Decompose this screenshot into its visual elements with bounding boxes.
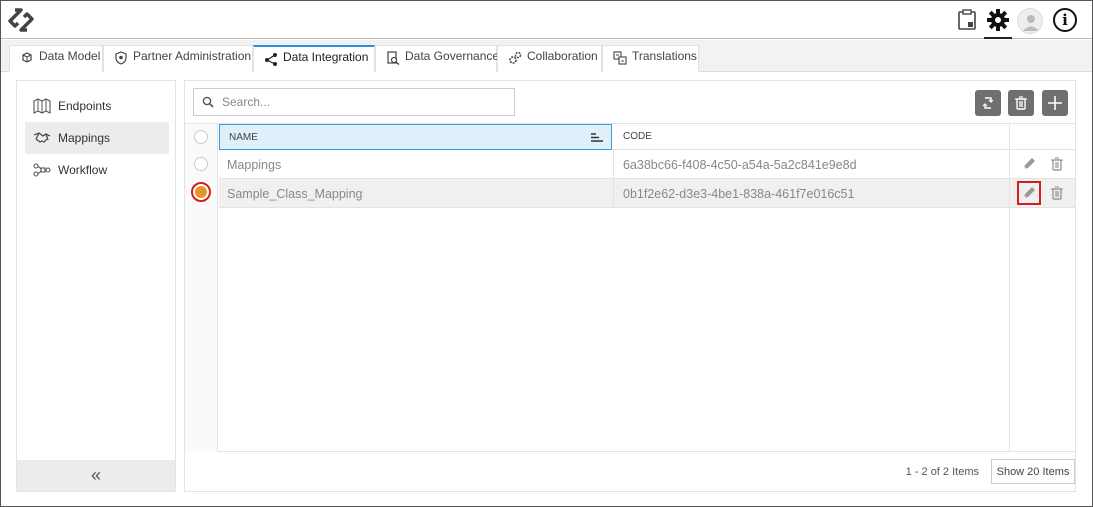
share-icon <box>265 53 277 66</box>
cell-code: 6a38bc66-f408-4c50-a54a-5a2c841e9e8d <box>613 150 857 178</box>
column-header-actions <box>1010 124 1075 150</box>
column-header-label: NAME <box>229 131 258 143</box>
column-header-name[interactable]: NAME <box>219 124 612 150</box>
tab-collaboration[interactable]: Collaboration <box>497 45 602 72</box>
translate-icon <box>613 51 627 65</box>
tab-translations[interactable]: Translations <box>602 45 699 72</box>
clipboard-icon[interactable] <box>954 7 980 33</box>
cubes-icon <box>22 52 32 63</box>
row-actions <box>1010 150 1075 179</box>
plus-icon <box>1048 96 1062 110</box>
delete-all-button[interactable] <box>1008 90 1034 116</box>
sidebar-item-workflow[interactable]: Workflow <box>25 154 169 186</box>
map-icon <box>33 98 51 114</box>
search-icon <box>202 96 214 108</box>
sidebar-item-label: Mappings <box>58 131 111 145</box>
settings-tab[interactable] <box>984 2 1012 39</box>
pager-info: 1 - 2 of 2 Items <box>905 466 979 478</box>
gear-icon <box>987 9 1009 31</box>
user-avatar[interactable] <box>1017 8 1043 34</box>
handshake-icon <box>33 132 51 143</box>
column-header-label: CODE <box>623 131 652 142</box>
tab-label: Translations <box>632 49 697 63</box>
tab-partner-administration[interactable]: Partner Administration <box>103 45 253 72</box>
sidebar-collapse-button[interactable]: « <box>17 460 175 491</box>
tab-label: Data Model <box>39 49 101 63</box>
page-size-button[interactable]: Show 20 Items <box>991 459 1075 484</box>
column-header-code[interactable]: CODE <box>613 124 1009 150</box>
refresh-icon <box>982 97 994 109</box>
row-actions <box>1010 179 1075 208</box>
gears-icon <box>509 51 522 64</box>
app-logo[interactable] <box>6 6 36 34</box>
checkbox-column <box>185 124 218 452</box>
tab-label: Data Integration <box>283 50 369 64</box>
mappings-grid: NAME CODE Mappings 6a38bc66-f408-4c50-a5… <box>185 123 1075 452</box>
row-checkbox[interactable] <box>194 157 208 171</box>
search-input[interactable] <box>222 95 502 109</box>
sidebar-item-endpoints[interactable]: Endpoints <box>25 90 169 122</box>
mappings-panel: NAME CODE Mappings 6a38bc66-f408-4c50-a5… <box>184 80 1076 492</box>
edit-icon[interactable] <box>1017 181 1041 205</box>
shield-icon <box>115 51 127 65</box>
main-tabs: Data Model Partner Administration Data I… <box>1 40 1092 72</box>
trash-icon <box>1015 96 1027 110</box>
top-bar: i <box>1 1 1092 39</box>
sidebar-item-label: Workflow <box>58 163 108 177</box>
trash-icon[interactable] <box>1049 156 1065 172</box>
cell-name: Sample_Class_Mapping <box>227 187 363 201</box>
workflow-icon <box>33 163 51 177</box>
sidebar-item-mappings[interactable]: Mappings <box>25 122 169 154</box>
doc-search-icon <box>387 51 400 65</box>
tab-label: Collaboration <box>527 49 598 63</box>
search-box <box>193 88 515 116</box>
sort-icon[interactable] <box>591 133 603 142</box>
refresh-button[interactable] <box>975 90 1001 116</box>
table-row[interactable]: Mappings 6a38bc66-f408-4c50-a54a-5a2c841… <box>219 150 1009 179</box>
table-row-selected[interactable]: Sample_Class_Mapping 0b1f2e62-d3e3-4be1-… <box>219 179 1009 208</box>
tab-data-integration[interactable]: Data Integration <box>253 45 375 72</box>
cell-name: Mappings <box>227 158 282 172</box>
grid-footer: 1 - 2 of 2 Items Show 20 Items <box>185 453 1075 491</box>
double-chevron-left-icon: « <box>90 465 101 485</box>
tab-data-model[interactable]: Data Model <box>9 45 103 72</box>
cell-code: 0b1f2e62-d3e3-4be1-838a-461f7e016c51 <box>613 179 854 207</box>
sidebar: Endpoints Mappings Workflow « <box>16 80 176 492</box>
trash-icon[interactable] <box>1049 185 1065 201</box>
row-checkbox-checked[interactable] <box>191 182 211 202</box>
add-mapping-button[interactable] <box>1042 90 1068 116</box>
select-all-checkbox[interactable] <box>194 130 208 144</box>
info-icon[interactable]: i <box>1053 8 1077 32</box>
edit-icon[interactable] <box>1021 156 1037 172</box>
tab-label: Data Governance <box>405 49 500 63</box>
tab-data-governance[interactable]: Data Governance <box>375 45 500 72</box>
tab-label: Partner Administration <box>133 49 252 63</box>
sidebar-item-label: Endpoints <box>58 99 112 113</box>
